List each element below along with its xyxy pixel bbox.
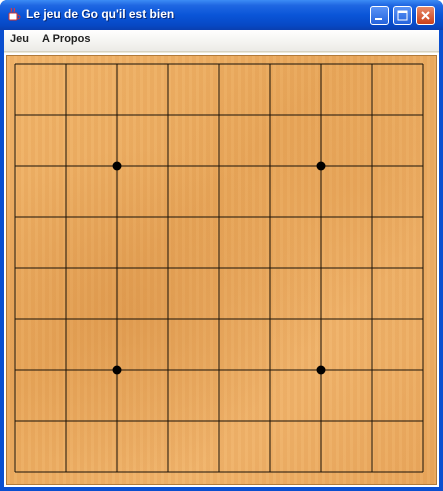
title-bar[interactable]: Le jeu de Go qu'il est bien (0, 0, 443, 30)
application-window: Le jeu de Go qu'il est bien Jeu A Propos (0, 0, 443, 491)
maximize-button[interactable] (393, 6, 412, 25)
go-board[interactable] (6, 55, 437, 485)
window-title: Le jeu de Go qu'il est bien (26, 7, 175, 21)
close-button[interactable] (416, 6, 435, 25)
menu-a-propos[interactable]: A Propos (42, 33, 91, 45)
go-board-grid[interactable] (7, 56, 438, 486)
minimize-icon (375, 18, 382, 20)
minimize-button[interactable] (370, 6, 389, 25)
java-cup-icon (6, 7, 21, 22)
star-point (112, 365, 122, 375)
board-frame (4, 53, 439, 487)
menu-bar: Jeu A Propos (4, 30, 439, 52)
maximize-icon (397, 10, 408, 21)
star-point (112, 161, 122, 171)
star-point (316, 365, 326, 375)
window-content: Jeu A Propos (4, 30, 439, 487)
close-icon (421, 11, 430, 20)
star-point (316, 161, 326, 171)
menu-jeu[interactable]: Jeu (10, 33, 29, 45)
